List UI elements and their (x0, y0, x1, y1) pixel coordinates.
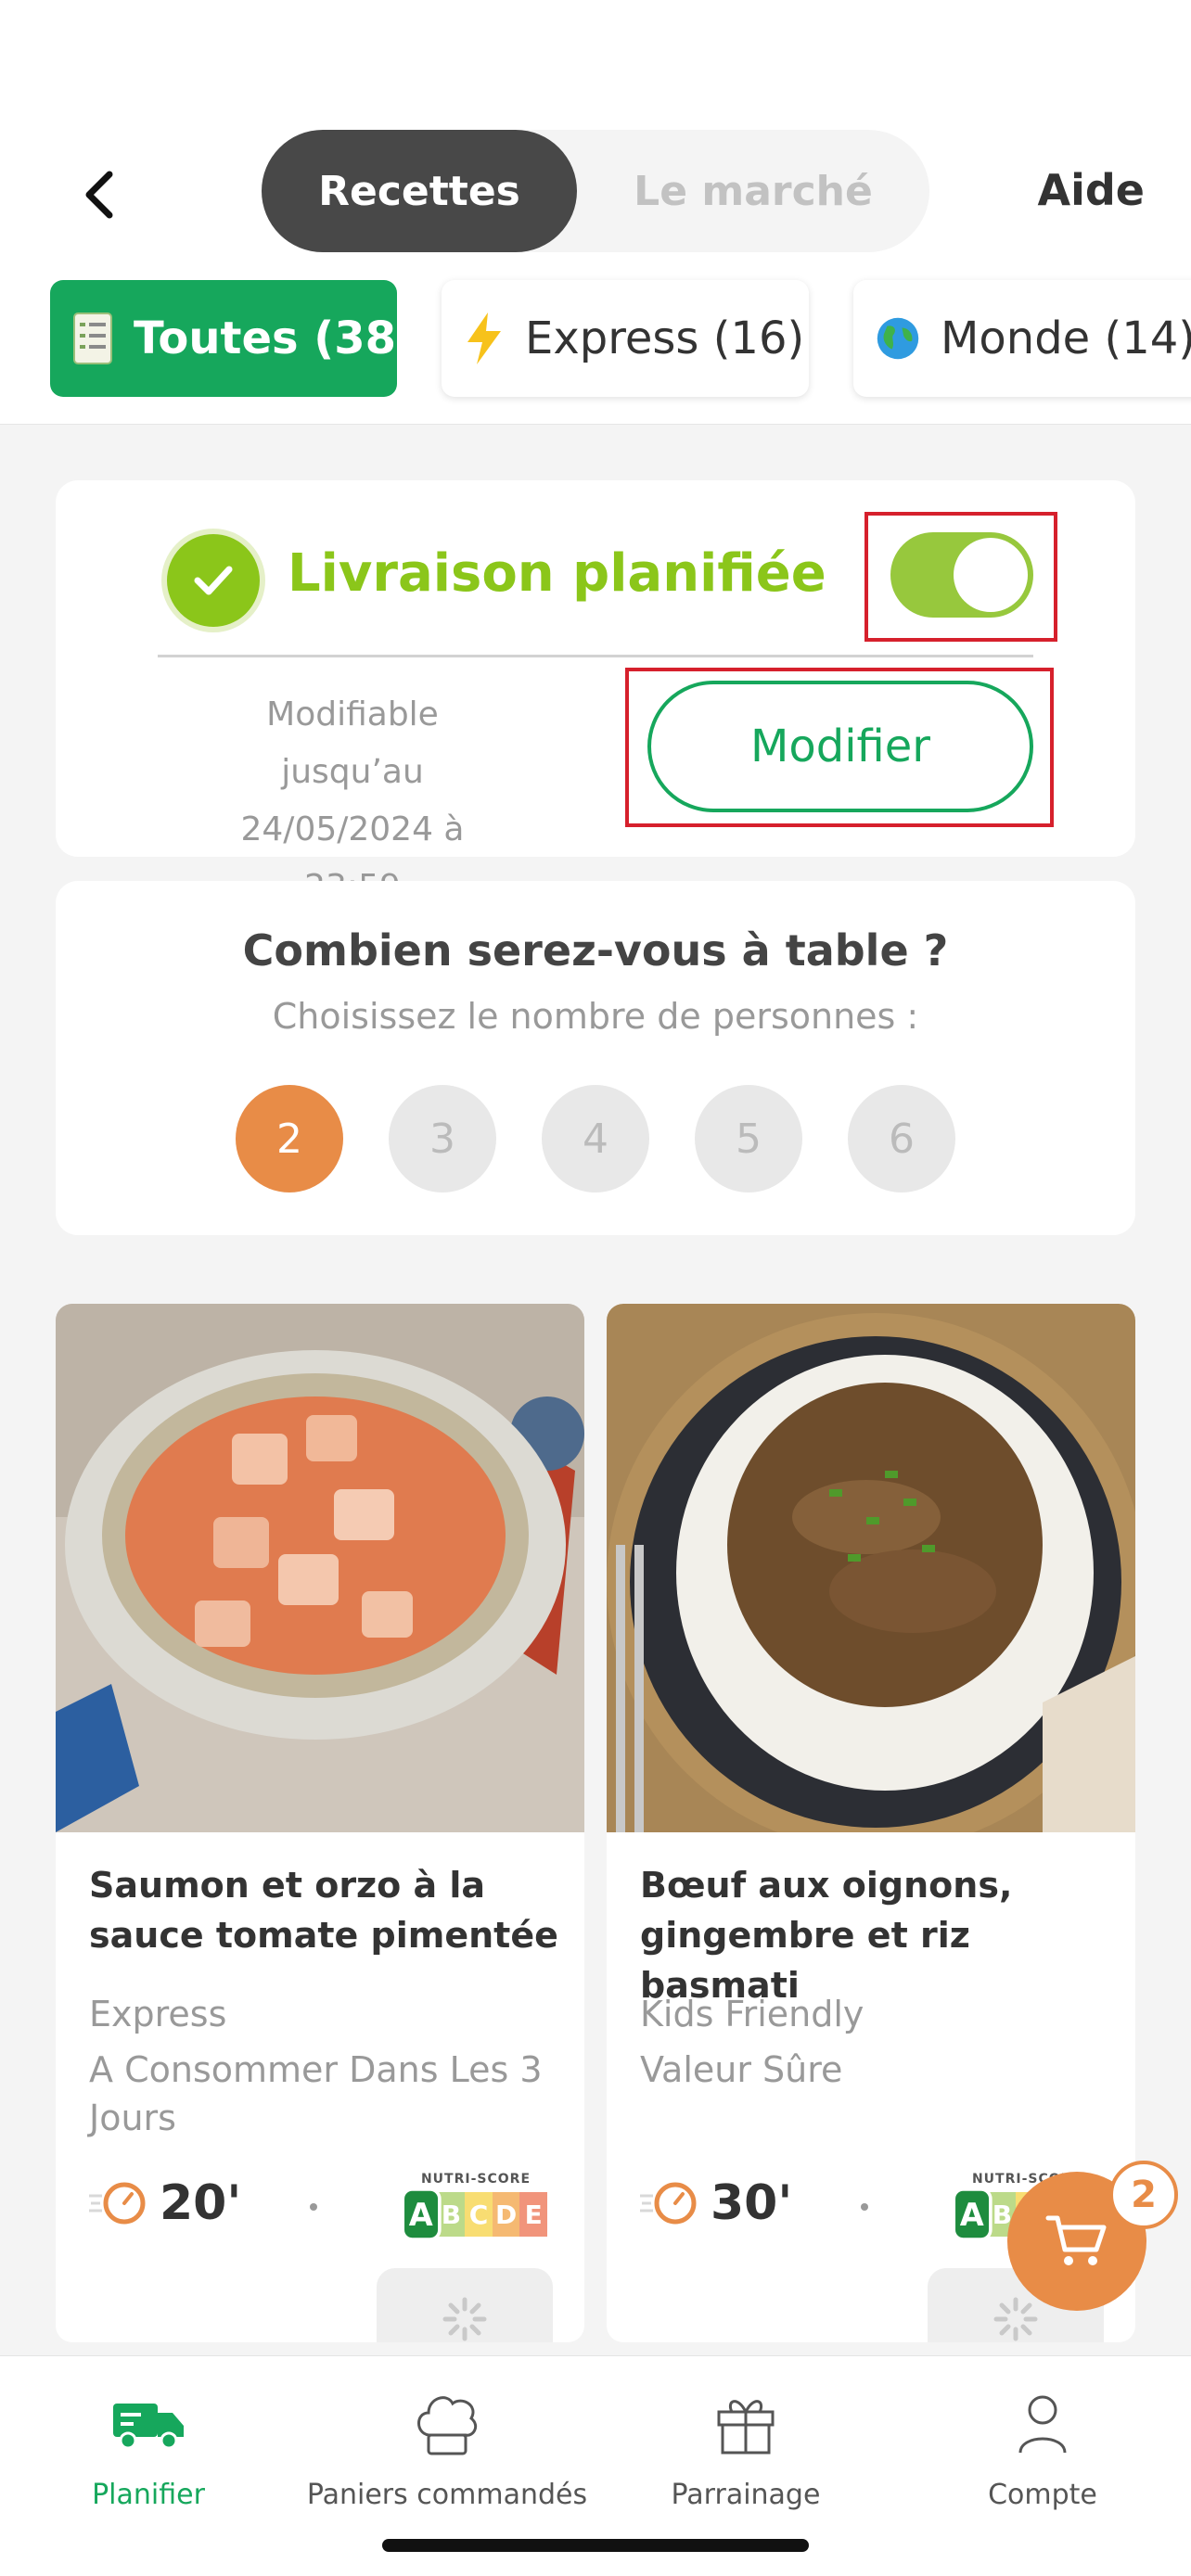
nav-label: Planifier (92, 2479, 205, 2511)
nutri-letter-d: D (492, 2192, 520, 2237)
nutri-letter-a: A (952, 2187, 992, 2241)
nutri-letter-a: A (401, 2187, 442, 2241)
filter-chip-monde[interactable]: Monde (14) (853, 280, 1191, 397)
filter-chip-label: Express (16) (525, 312, 805, 364)
lightning-icon (464, 311, 505, 366)
add-recipe-button[interactable] (377, 2268, 553, 2342)
tab-recettes[interactable]: Recettes (262, 130, 577, 252)
highlight-box-toggle (864, 512, 1057, 642)
nav-label: Paniers commandés (306, 2479, 588, 2511)
tab-le-marche[interactable]: Le marché (577, 130, 929, 252)
filter-chip-toutes[interactable]: Toutes (38) (50, 280, 416, 397)
chevron-left-icon (85, 171, 113, 219)
recipe-title: Bœuf aux oignons, gingembre et riz basma… (640, 1865, 1013, 2006)
globe-icon (876, 311, 920, 366)
highlight-box-modify (625, 668, 1054, 827)
cart-count-badge: 2 (1109, 2161, 1178, 2229)
segmented-control: Recettes Le marché (262, 130, 929, 252)
nutri-score-label: NUTRI-SCORE (420, 2172, 531, 2187)
cart-icon (1045, 2215, 1107, 2265)
people-option-6[interactable]: 6 (848, 1085, 955, 1192)
recipe-image (56, 1304, 584, 1832)
home-indicator (382, 2539, 809, 2552)
recipe-title: Saumon et orzo à la sauce tomate pimenté… (89, 1865, 558, 1956)
people-option-2[interactable]: 2 (236, 1085, 343, 1192)
nav-item-paniers[interactable]: Paniers commandés (299, 2384, 596, 2511)
chef-hat-icon (417, 2396, 478, 2455)
recipe-tag: Express (89, 1994, 227, 2034)
separator-dot (310, 2203, 317, 2211)
people-option-4[interactable]: 4 (542, 1085, 649, 1192)
people-card: Combien serez-vous à table ? Choisissez … (56, 881, 1135, 1235)
recipe-tag: A Consommer Dans Les 3 Jours (89, 2049, 543, 2138)
delivery-card: Livraison planifiée Modifiable jusqu’au … (56, 480, 1135, 906)
filter-chip-label: Toutes (38) (134, 312, 416, 364)
recipe-time: 20' (89, 2175, 241, 2231)
recipe-card[interactable]: Saumon et orzo à la sauce tomate pimenté… (56, 1304, 584, 2342)
people-option-3[interactable]: 3 (389, 1085, 496, 1192)
truck-icon (113, 2404, 184, 2450)
nutri-letter-c: C (465, 2192, 493, 2237)
nav-item-compte[interactable]: Compte (894, 2384, 1191, 2511)
back-button[interactable] (76, 167, 122, 223)
recipe-image (607, 1304, 1135, 1832)
people-subtitle: Choisissez le nombre de personnes : (272, 996, 919, 1037)
gift-icon (717, 2400, 775, 2455)
timer-icon (640, 2182, 697, 2225)
recipe-time-value: 30' (711, 2175, 793, 2231)
nutri-letter-e: E (519, 2192, 547, 2237)
nav-item-planifier[interactable]: Planifier (0, 2384, 297, 2511)
nav-item-parrainage[interactable]: Parrainage (597, 2384, 894, 2511)
separator-dot (861, 2203, 868, 2211)
recipe-time: 30' (640, 2175, 792, 2231)
top-header: Recettes Le marché Aide Toutes (38) Expr… (0, 0, 1191, 425)
menu-list-icon (72, 311, 113, 366)
filter-chip-express[interactable]: Express (16) (442, 280, 809, 397)
nutri-letter-b: B (437, 2192, 466, 2237)
timer-icon (89, 2182, 146, 2225)
filter-chip-label: Monde (14) (941, 312, 1191, 364)
people-option-5[interactable]: 5 (695, 1085, 802, 1192)
modifiable-line1: Modifiable jusqu’au (266, 695, 439, 791)
user-icon (1018, 2395, 1067, 2454)
help-link[interactable]: Aide (1038, 165, 1146, 215)
check-icon (161, 529, 265, 632)
nutri-score-badge: NUTRI-SCORE A B C D E (401, 2172, 547, 2241)
divider (158, 655, 1033, 657)
recipe-tag: Valeur Sûre (640, 2049, 843, 2090)
loading-spinner-icon (442, 2297, 487, 2341)
nav-label: Compte (988, 2479, 1097, 2511)
recipe-tag: Kids Friendly (640, 1994, 864, 2034)
nav-label: Parrainage (671, 2479, 821, 2511)
delivery-title: Livraison planifiée (288, 543, 826, 604)
recipe-time-value: 20' (160, 2175, 242, 2231)
people-title: Combien serez-vous à table ? (242, 925, 949, 976)
